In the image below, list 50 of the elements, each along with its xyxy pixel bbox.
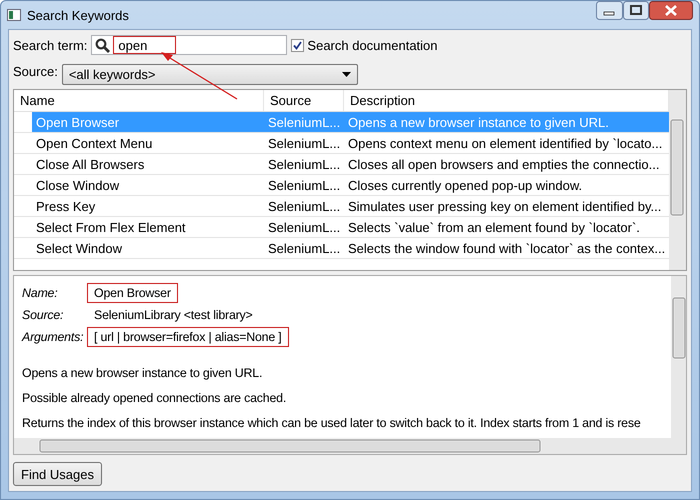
documentation-text: Opens a new browser instance to given URL. xyxy=(22,366,264,380)
window-title: Search Keywords xyxy=(27,8,130,22)
table-row[interactable]: Select From Flex Element SeleniumL... Selects `value` from an element found by `locator`. xyxy=(14,217,669,238)
keyword-name[interactable]: Close Window xyxy=(32,178,264,192)
keyword-description[interactable]: Selects the window found with `locator` as the contex... xyxy=(344,240,669,256)
search-icon xyxy=(95,38,110,52)
maximize-button[interactable] xyxy=(623,1,649,20)
minimize-button[interactable] xyxy=(596,1,623,20)
keyword-source[interactable]: SeleniumL... xyxy=(264,178,344,192)
find-usages-button[interactable]: Find Usages xyxy=(13,462,102,486)
caret-icon xyxy=(342,72,351,76)
documentation-text: Possible already opened connections are cached. xyxy=(22,391,288,405)
keyword-description[interactable]: Closes all open browsers and empties the connectio... xyxy=(344,156,669,172)
field-label: Source: xyxy=(22,308,64,322)
keyword-source[interactable]: SeleniumL... xyxy=(264,220,344,234)
documentation-text: Returns the index of this browser instance which can be used later to switch back to it. Index starts from 1 and is rese xyxy=(22,416,642,430)
source-dropdown[interactable]: <all keywords> xyxy=(62,64,358,84)
field-value: SeleniumLibrary <test library> xyxy=(93,307,254,324)
keyword-description[interactable]: Closes currently opened pop-up window. xyxy=(344,178,669,192)
column-header[interactable]: Source xyxy=(264,90,344,111)
search-label: Search term: xyxy=(13,38,88,52)
close-button[interactable] xyxy=(649,1,693,20)
checkbox[interactable] xyxy=(291,38,304,52)
table-row[interactable]: Close All Browsers SeleniumL... Closes all open browsers and empties the connectio... xyxy=(14,154,669,175)
source-label: Source: xyxy=(13,64,58,78)
keyword-name[interactable]: Press Key xyxy=(32,198,264,214)
keyword-source[interactable]: SeleniumL... xyxy=(264,240,344,256)
keyword-name[interactable]: Select Window xyxy=(32,240,264,256)
highlighted-value: Open Browser xyxy=(87,283,178,303)
keyword-description[interactable]: Simulates user pressing key on element identified by... xyxy=(344,198,669,214)
keyword-description[interactable]: Opens context menu on element identified by `locato... xyxy=(344,136,669,150)
table-row[interactable]: Close Window SeleniumL... Closes currently opened pop-up window. xyxy=(14,175,669,196)
keyword-name[interactable]: Open Context Menu xyxy=(32,136,264,150)
checkbox-label[interactable]: Search documentation xyxy=(307,38,438,52)
search-field[interactable]: open xyxy=(91,35,288,55)
keyword-table[interactable] xyxy=(13,89,687,271)
keyword-name[interactable]: Close All Browsers xyxy=(32,156,264,172)
keyword-source[interactable]: SeleniumL... xyxy=(264,198,344,214)
field-label: Arguments: xyxy=(22,330,84,344)
keyword-source[interactable]: SeleniumL... xyxy=(264,136,344,150)
window-icon xyxy=(7,9,21,21)
table-row[interactable]: Select Window SeleniumL... Selects the window found with `locator` as the contex... xyxy=(14,238,669,259)
keyword-source[interactable]: SeleniumL... xyxy=(264,156,344,172)
table-row[interactable]: Open Context Menu SeleniumL... Opens context menu on element identified by `locato... xyxy=(14,133,669,154)
column-header[interactable]: Name xyxy=(14,90,264,111)
field-label: Name: xyxy=(22,286,58,300)
table-row[interactable]: Press Key SeleniumL... Simulates user pressing key on element identified by... xyxy=(14,196,669,217)
keyword-name[interactable]: Select From Flex Element xyxy=(32,220,264,234)
keyword-description[interactable]: Selects `value` from an element found by `locator`. xyxy=(344,220,669,234)
highlighted-value: [ url | browser=firefox | alias=None ] xyxy=(87,327,289,347)
